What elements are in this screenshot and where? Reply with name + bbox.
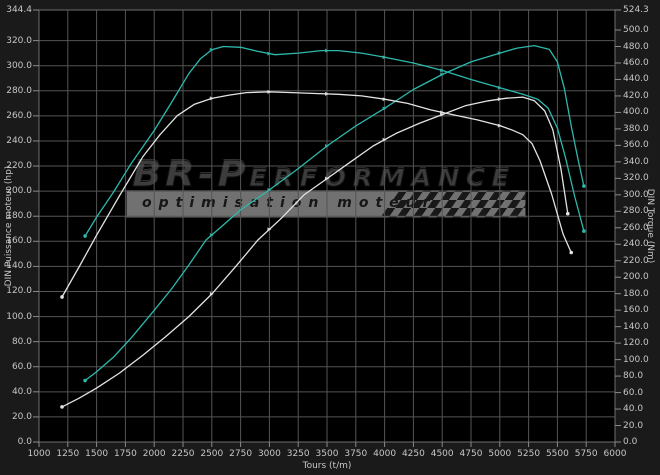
right-axis-tick-label: 20.0	[623, 420, 644, 431]
right-axis-tick-label: 100.0	[623, 354, 649, 365]
right-axis-tick-label: 280.0	[623, 206, 649, 217]
x-axis-tick-label: 6000	[603, 449, 627, 459]
right-axis-tick-label: 140.0	[623, 321, 649, 332]
x-axis-tick-label: 3250	[286, 449, 310, 459]
x-axis-tick-label: 2750	[229, 449, 253, 459]
right-axis-tick-label: 320.0	[623, 173, 649, 184]
left-axis-title: DIN Puissance moteur (hp)	[4, 165, 14, 287]
left-axis-tick-label: 220.0	[6, 161, 32, 172]
x-axis-tick-label: 5750	[574, 449, 598, 459]
x-axis-tick-label: 4250	[401, 449, 425, 459]
x-axis-tick-label: 1500	[85, 449, 109, 459]
x-axis-tick-label: 4750	[459, 449, 483, 459]
right-axis-tick-label: 80.0	[623, 371, 644, 382]
curve-endpoint-marker	[83, 234, 87, 238]
left-axis-tick-label: 60.0	[11, 361, 32, 372]
x-axis-tick-label: 3000	[257, 449, 281, 459]
x-axis-tick-label: 1250	[56, 449, 80, 459]
right-axis-tick-label: 360.0	[623, 140, 649, 151]
left-axis-tick-label: 260.0	[6, 110, 32, 121]
curve-endpoint-marker	[569, 250, 574, 255]
dyno-chart: BR-PERFORMANCE optimisation moteur DIN P…	[0, 0, 660, 475]
left-axis-tick-label: 240.0	[6, 135, 32, 146]
left-axis-tick-label: 80.0	[11, 336, 32, 347]
curve-endpoint-marker	[565, 211, 570, 216]
left-axis-tick-label: 200.0	[6, 186, 32, 197]
left-axis-tick-label: 100.0	[6, 311, 32, 322]
x-axis-title: Tours (t/m)	[302, 461, 352, 471]
right-axis-tick-label: 480.0	[623, 41, 649, 52]
curve-endpoint-marker	[582, 184, 586, 188]
right-axis-tick-label: 120.0	[623, 338, 649, 349]
x-axis-tick-label: 3750	[344, 449, 368, 459]
right-axis-tick-label: 60.0	[623, 387, 644, 398]
left-axis-tick-label: 120.0	[6, 286, 32, 297]
chart-canvas	[33, 9, 621, 447]
right-axis-tick-label: 340.0	[623, 156, 649, 167]
right-axis-tick-label: 440.0	[623, 74, 649, 85]
right-axis-tick-label: 524.3	[623, 5, 649, 15]
right-axis-tick-label: 0.0	[623, 437, 638, 447]
x-axis-tick-label: 4500	[430, 449, 454, 459]
x-axis-tick-label: 4000	[373, 449, 397, 459]
right-axis-tick-label: 500.0	[623, 25, 649, 36]
left-axis-tick-label: 280.0	[6, 85, 32, 96]
curve-power-stock	[61, 96, 569, 408]
right-axis-tick-label: 400.0	[623, 107, 649, 118]
right-axis-tick-label: 40.0	[623, 404, 644, 415]
right-axis-tick-label: 380.0	[623, 123, 649, 134]
left-axis-tick-label: 20.0	[11, 411, 32, 422]
x-axis-tick-label: 5000	[488, 449, 512, 459]
left-axis-tick-label: 180.0	[6, 211, 32, 222]
right-axis-tick-label: 200.0	[623, 272, 649, 283]
x-axis-tick-label: 5500	[545, 449, 569, 459]
curve-power-tuned	[84, 44, 585, 382]
x-axis-tick-label: 5250	[517, 449, 541, 459]
right-axis-tick-label: 240.0	[623, 239, 649, 250]
right-axis-tick-label: 460.0	[623, 57, 649, 68]
x-axis-tick-label: 1000	[27, 449, 51, 459]
left-axis-tick-label: 160.0	[6, 236, 32, 247]
left-axis-tick-label: 300.0	[6, 60, 32, 71]
x-axis-tick-label: 3500	[315, 449, 339, 459]
left-axis-tick-label: 344.4	[6, 5, 32, 15]
right-axis-tick-label: 300.0	[623, 189, 649, 200]
curve-endpoint-marker	[60, 295, 64, 299]
right-axis-tick-label: 260.0	[623, 222, 649, 233]
x-axis-tick-label: 2500	[200, 449, 224, 459]
right-axis-tick-label: 180.0	[623, 288, 649, 299]
curve-endpoint-marker	[60, 405, 64, 409]
curve-endpoint-marker	[83, 378, 87, 383]
left-axis-tick-label: 320.0	[6, 35, 32, 46]
x-axis-tick-label: 2250	[171, 449, 195, 459]
right-axis-tick-label: 420.0	[623, 90, 649, 101]
left-axis-tick-label: 0.0	[17, 437, 32, 447]
right-axis-tick-label: 220.0	[623, 255, 649, 266]
left-axis-tick-label: 140.0	[6, 261, 32, 272]
x-axis-tick-label: 1750	[113, 449, 137, 459]
curve-endpoint-marker	[582, 229, 586, 233]
x-axis-tick-label: 2000	[142, 449, 166, 459]
right-axis-tick-label: 160.0	[623, 305, 649, 316]
left-axis-tick-label: 40.0	[11, 386, 32, 397]
